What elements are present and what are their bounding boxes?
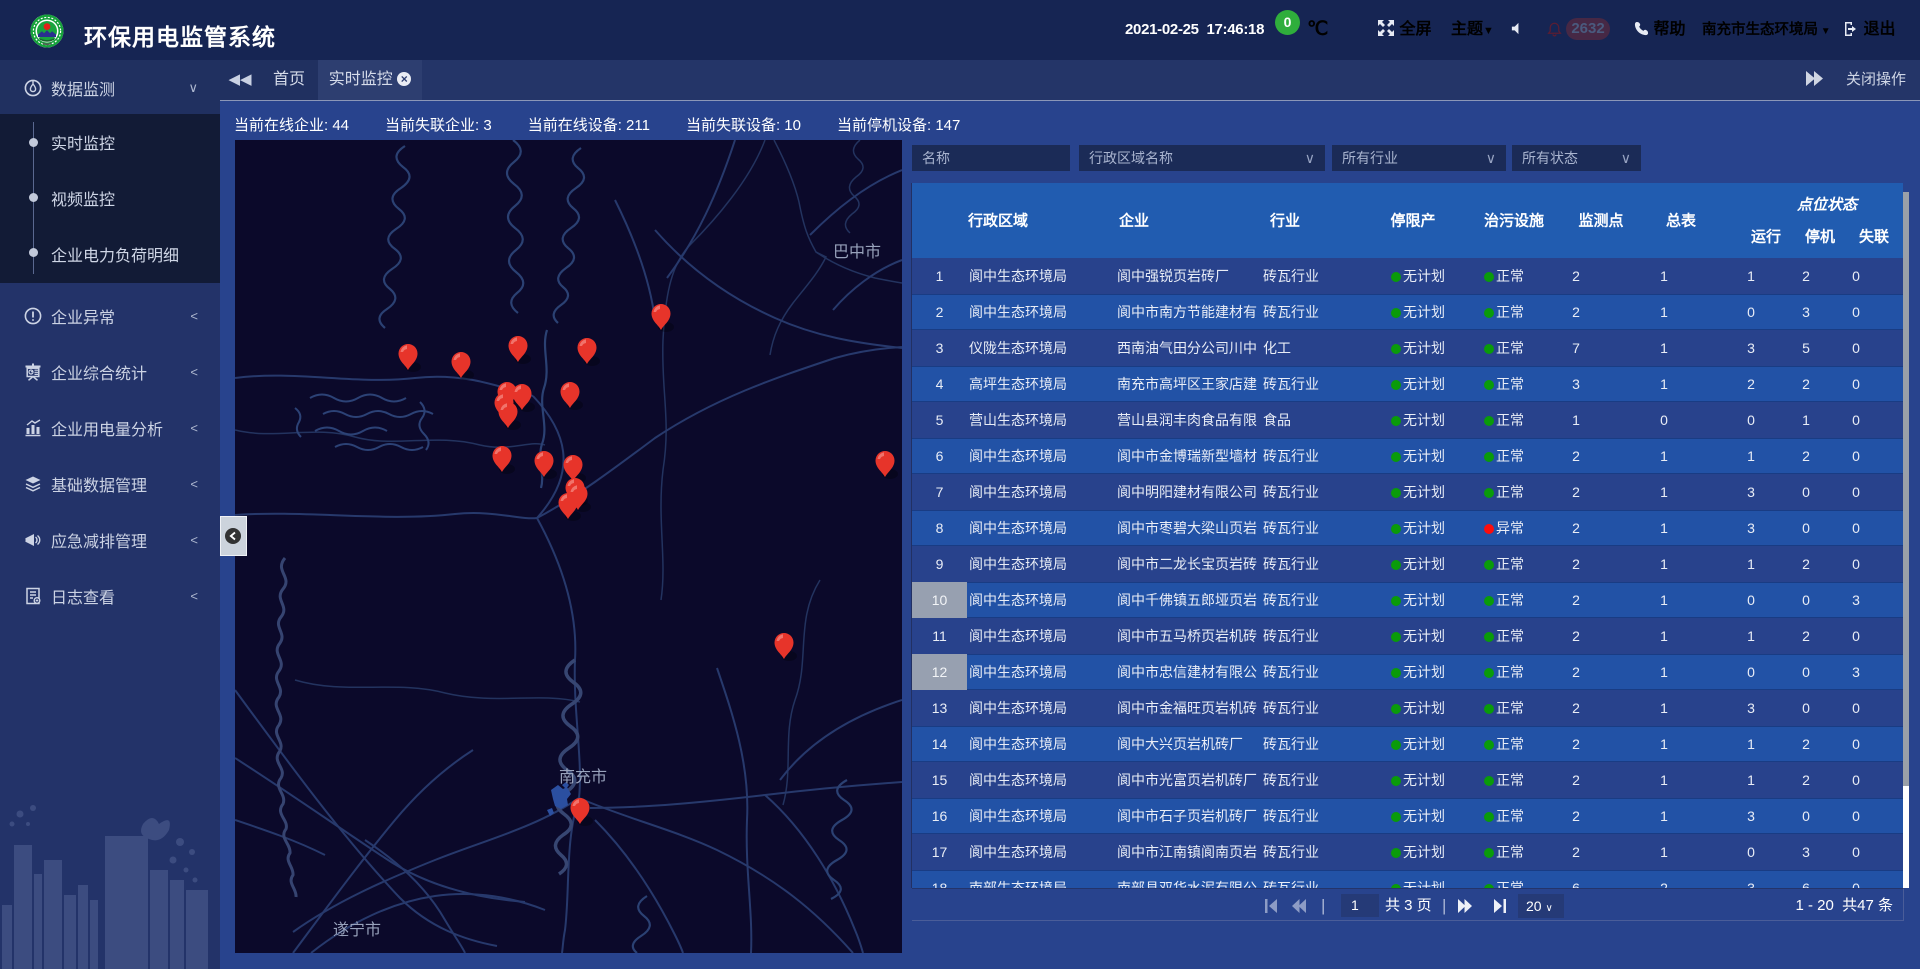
svg-text:南充市: 南充市 (559, 768, 607, 786)
svg-text:巴中市: 巴中市 (833, 243, 881, 261)
svg-text:遂宁市: 遂宁市 (333, 921, 381, 939)
